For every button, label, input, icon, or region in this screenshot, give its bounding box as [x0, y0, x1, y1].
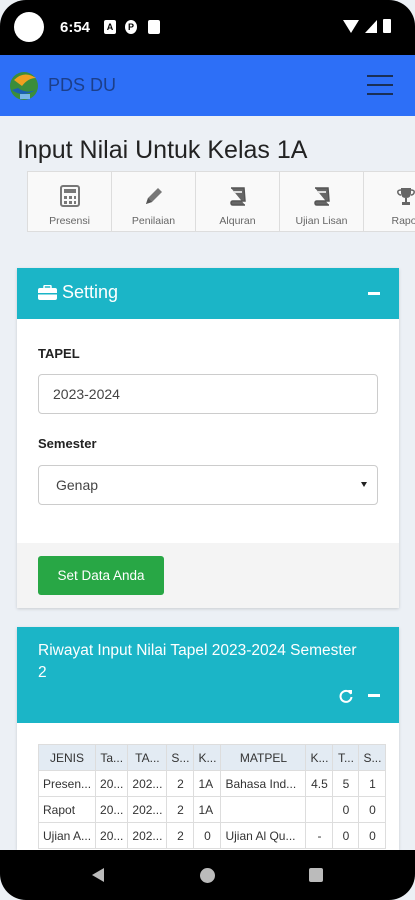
- riwayat-table: JENIS Ta... TA... S... K... MATPEL K... …: [37, 744, 387, 849]
- tab-label: Alquran: [219, 215, 256, 227]
- semester-label: Semester: [38, 436, 97, 451]
- collapse-icon[interactable]: [368, 292, 380, 295]
- collapse-icon[interactable]: [368, 694, 380, 697]
- book-icon: [229, 187, 246, 206]
- table-cell: 1A: [193, 796, 222, 823]
- column-header[interactable]: S...: [358, 744, 387, 771]
- semester-value: Genap: [56, 477, 99, 493]
- brand-name[interactable]: PDS DU: [48, 75, 116, 96]
- page-title: Input Nilai Untuk Kelas 1A: [17, 136, 308, 164]
- home-icon[interactable]: [200, 868, 215, 883]
- top-navbar: PDS DU: [0, 55, 415, 116]
- system-nav-bar: [0, 850, 415, 900]
- tab-label: Presensi: [49, 215, 90, 227]
- camera-cutout: [14, 12, 44, 42]
- recents-icon[interactable]: [309, 868, 323, 882]
- wifi-icon: [343, 19, 359, 33]
- table-row: Ujian A... 20... 202... 2 0 Ujian Al Qu.…: [37, 822, 387, 849]
- table-cell: 202...: [127, 796, 168, 823]
- table-cell: [305, 796, 334, 823]
- table-cell: 202...: [127, 770, 168, 797]
- table-cell: 0: [358, 796, 387, 823]
- semester-select[interactable]: Genap: [38, 465, 378, 505]
- table-row: Presen... 20... 202... 2 1A Bahasa Ind..…: [37, 770, 387, 797]
- notification-icon: A: [104, 20, 116, 34]
- refresh-icon[interactable]: [339, 689, 353, 703]
- table-cell: 0: [332, 822, 360, 849]
- table-cell: 5: [332, 770, 360, 797]
- column-header[interactable]: MATPEL: [220, 744, 307, 771]
- riwayat-card-header: Riwayat Input Nilai Tapel 2023-2024 Seme…: [17, 627, 399, 723]
- column-header[interactable]: Ta...: [95, 744, 129, 771]
- briefcase-icon: [38, 285, 57, 300]
- setting-card-footer: Set Data Anda: [17, 543, 399, 608]
- table-cell: 202...: [127, 822, 168, 849]
- chevron-down-icon: [361, 482, 367, 487]
- table-cell: Presen...: [37, 770, 97, 797]
- column-header[interactable]: TA...: [127, 744, 168, 771]
- setting-card: Setting TAPEL 2023-2024 Semester Genap S…: [17, 268, 399, 608]
- clipboard-icon: [148, 20, 160, 34]
- table-row: Rapot 20... 202... 2 1A 0 0: [37, 796, 387, 823]
- status-bar: 6:54 A P: [0, 0, 415, 55]
- table-cell: [220, 796, 307, 823]
- table-cell: -: [305, 822, 334, 849]
- table-cell: 0: [332, 796, 360, 823]
- table-cell: 20...: [95, 770, 129, 797]
- back-icon[interactable]: [92, 868, 104, 882]
- tab-alquran[interactable]: Alquran: [196, 172, 280, 231]
- table-cell: 2: [166, 822, 195, 849]
- column-header[interactable]: K...: [305, 744, 334, 771]
- table-cell: 1A: [193, 770, 222, 797]
- table-cell: Bahasa Ind...: [220, 770, 307, 797]
- tapel-label: TAPEL: [38, 346, 80, 361]
- app-logo[interactable]: [8, 68, 40, 102]
- calculator-icon: [59, 185, 80, 207]
- tab-label: Ujian Lisan: [295, 215, 348, 227]
- setting-title: Setting: [38, 282, 118, 303]
- tab-label: Penilaian: [131, 215, 176, 227]
- table-cell: 20...: [95, 796, 129, 823]
- column-header[interactable]: K...: [193, 744, 222, 771]
- setting-card-header: Setting: [17, 268, 399, 319]
- tab-presensi[interactable]: Presensi: [28, 172, 112, 231]
- riwayat-title: Riwayat Input Nilai Tapel 2023-2024 Seme…: [38, 642, 357, 681]
- column-header[interactable]: S...: [166, 744, 195, 771]
- tab-ujian-lisan[interactable]: Ujian Lisan: [280, 172, 364, 231]
- tapel-input[interactable]: 2023-2024: [38, 374, 378, 414]
- table-cell: 2: [166, 796, 195, 823]
- tab-penilaian[interactable]: Penilaian: [112, 172, 196, 231]
- setting-title-text: Setting: [62, 282, 119, 302]
- menu-icon[interactable]: [367, 75, 393, 95]
- column-header[interactable]: T...: [332, 744, 360, 771]
- riwayat-card: Riwayat Input Nilai Tapel 2023-2024 Seme…: [17, 627, 399, 850]
- trophy-icon: [396, 188, 415, 205]
- tab-rapot[interactable]: Rapot: [364, 172, 415, 231]
- set-data-button[interactable]: Set Data Anda: [38, 556, 164, 595]
- table-cell: 4.5: [305, 770, 334, 797]
- column-header[interactable]: JENIS: [37, 744, 97, 771]
- table-cell: Ujian Al Qu...: [220, 822, 307, 849]
- book-icon: [313, 187, 330, 206]
- table-cell: 2: [166, 770, 195, 797]
- status-time: 6:54: [60, 19, 91, 36]
- table-header-row: JENIS Ta... TA... S... K... MATPEL K... …: [37, 744, 387, 771]
- table-cell: 1: [358, 770, 387, 797]
- tab-label: Rapot: [391, 215, 415, 227]
- action-tabs: Presensi Penilaian Alquran Ujian Lisan R…: [27, 171, 415, 232]
- table-cell: Ujian A...: [37, 822, 97, 849]
- pencil-icon: [145, 188, 162, 204]
- table-cell: 0: [193, 822, 222, 849]
- signal-icon: [365, 19, 377, 33]
- notification-icon: P: [125, 20, 137, 34]
- table-cell: 20...: [95, 822, 129, 849]
- table-cell: Rapot: [37, 796, 97, 823]
- battery-icon: [383, 19, 391, 33]
- table-cell: 0: [358, 822, 387, 849]
